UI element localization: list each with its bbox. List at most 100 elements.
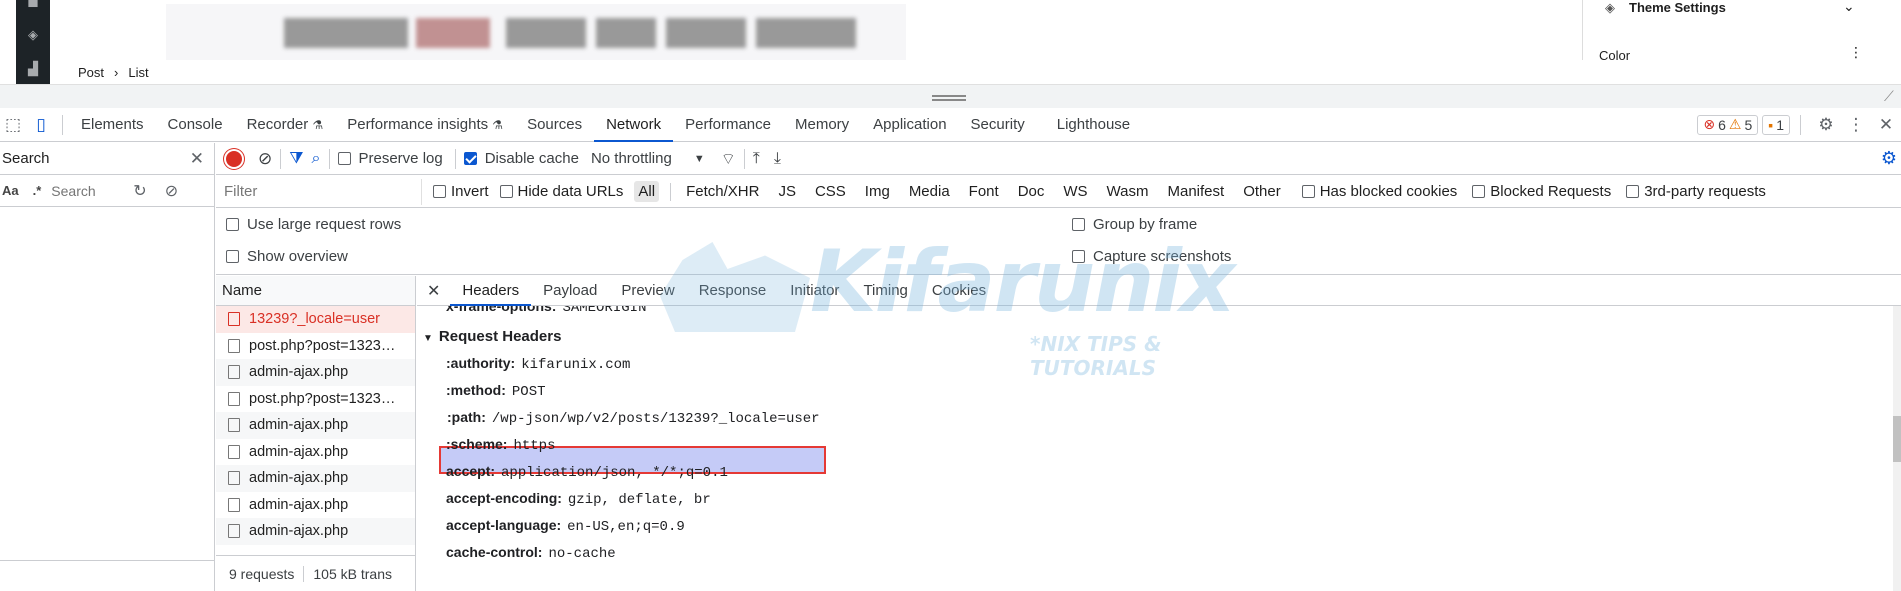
tab-cookies[interactable]: Cookies [920,276,998,306]
tab-recorder[interactable]: Recorder ⚗ [235,108,336,142]
third-party-label: 3rd-party requests [1644,183,1766,200]
request-row[interactable]: post.php?post=1323… [216,386,415,413]
large-rows-checkbox[interactable] [226,218,239,231]
disable-cache-label: Disable cache [484,150,579,167]
issues-count[interactable]: ▪ 1 [1762,114,1790,135]
capture-screenshots-checkbox[interactable] [1072,250,1085,263]
comment-icon[interactable]: ▀ [24,0,42,14]
request-row[interactable]: admin-ajax.php [216,465,415,492]
header-row: accept-language: en-US,en;q=0.9 [446,517,685,535]
breadcrumb-post[interactable]: Post [78,65,104,80]
tab-performance-insights[interactable]: Performance insights ⚗ [335,108,515,142]
request-row[interactable]: admin-ajax.php [216,412,415,439]
header-value: no-cache [548,546,616,562]
breadcrumb-list[interactable]: List [128,65,148,80]
has-blocked-cookies-checkbox[interactable] [1301,185,1315,198]
diamond-icon: ◈ [1605,0,1615,15]
regex-icon[interactable]: .* [33,183,42,198]
filter-type-img[interactable]: Img [861,181,894,202]
request-row[interactable]: admin-ajax.php [216,492,415,519]
scrollbar-thumb[interactable] [1893,416,1901,462]
tab-elements[interactable]: Elements [69,108,156,142]
diamond-icon[interactable]: ◈ [24,28,42,42]
chart-icon[interactable]: ▟ [24,62,42,76]
tab-performance[interactable]: Performance [673,108,783,142]
clear-icon[interactable]: ⊘ [258,149,272,169]
match-case-icon[interactable]: Aa [2,183,19,198]
header-value: /wp-json/wp/v2/posts/13239?_locale=user [491,411,820,427]
preserve-log-checkbox[interactable] [337,152,351,165]
hide-data-urls-checkbox[interactable] [499,185,513,198]
filter-type-js[interactable]: JS [774,181,800,202]
record-icon[interactable] [226,150,242,167]
search-input[interactable] [51,179,128,202]
tab-timing[interactable]: Timing [851,276,919,306]
import-har-icon[interactable]: ⤒ [753,150,760,168]
request-row[interactable]: 13239?_locale=user [216,306,415,333]
filter-input[interactable]: Filter [216,178,422,205]
request-row[interactable]: admin-ajax.php [216,359,415,386]
console-counts[interactable]: ⊗ 6 ⚠ 5 [1697,114,1759,135]
refresh-icon[interactable]: ↻ [133,181,146,201]
tab-headers[interactable]: Headers [450,276,531,306]
request-details: ✕ Headers Payload Preview Response Initi… [417,276,1901,591]
tab-security[interactable]: Security [959,108,1037,142]
filter-type-media[interactable]: Media [905,181,954,202]
gear-icon[interactable]: ⚙ [1881,148,1897,169]
tab-lighthouse[interactable]: Lighthouse [1045,108,1142,142]
tab-initiator[interactable]: Initiator [778,276,851,306]
filter-type-manifest[interactable]: Manifest [1164,181,1229,202]
filter-type-css[interactable]: CSS [811,181,850,202]
name-column-header[interactable]: Name [216,276,415,306]
tab-console[interactable]: Console [156,108,235,142]
gear-icon[interactable]: ⚙ [1811,108,1841,142]
filter-type-ws[interactable]: WS [1059,181,1091,202]
chevron-down-icon[interactable]: ⌄ [1843,0,1855,15]
export-har-icon[interactable]: ⤓ [774,150,781,168]
blocked-requests-checkbox[interactable] [1472,185,1486,198]
request-headers-section[interactable]: ▼ Request Headers [423,328,561,345]
inspect-element-icon[interactable]: ⬚ [0,108,26,142]
request-row[interactable]: admin-ajax.php [216,439,415,466]
request-row[interactable]: admin-ajax.php [216,518,415,545]
tab-preview[interactable]: Preview [609,276,686,306]
disable-cache-checkbox[interactable] [463,152,477,165]
network-conditions-icon[interactable]: ⌔ [721,149,736,169]
close-icon[interactable]: ✕ [190,149,204,169]
filter-type-font[interactable]: Font [965,181,1003,202]
tab-payload[interactable]: Payload [531,276,609,306]
filter-type-doc[interactable]: Doc [1014,181,1049,202]
issue-icon: ▪ [1768,116,1774,133]
filter-icon[interactable]: ⧩ [289,150,303,168]
tab-network[interactable]: Network [594,108,674,142]
tab-response[interactable]: Response [687,276,779,306]
breadcrumb: Post › List [60,60,149,84]
theme-settings-label[interactable]: Theme Settings [1629,0,1726,15]
clear-icon[interactable]: ⊘ [165,181,178,201]
more-vert-icon[interactable]: ⋮ [1841,108,1871,142]
tab-sources[interactable]: Sources [515,108,594,142]
tab-memory[interactable]: Memory [783,108,861,142]
details-tabbar: ✕ Headers Payload Preview Response Initi… [417,276,1901,306]
request-row[interactable]: post.php?post=1323… [216,333,415,360]
close-icon[interactable]: ✕ [1871,108,1901,142]
show-overview-checkbox[interactable] [226,250,239,263]
drag-handle-icon[interactable] [932,95,966,101]
dropdown-arrow-icon[interactable]: ▼ [694,153,705,165]
third-party-checkbox[interactable] [1626,185,1640,198]
close-icon[interactable]: ✕ [417,276,450,306]
tab-application[interactable]: Application [861,108,958,142]
filter-type-wasm[interactable]: Wasm [1103,181,1153,202]
filter-type-other[interactable]: Other [1239,181,1285,202]
device-toolbar-icon[interactable]: ▯ [26,108,56,142]
resize-corner-icon[interactable]: ⟋ [1884,88,1894,105]
search-icon[interactable]: ⌕ [312,150,321,168]
filter-type-all[interactable]: All [634,181,660,202]
scrollbar[interactable] [1893,306,1901,591]
group-by-frame-checkbox[interactable] [1072,218,1085,231]
filter-type-fetch-xhr[interactable]: Fetch/XHR [682,181,763,202]
wp-admin-sidebar: ▀ ◈ ▟ [16,0,50,84]
throttling-select[interactable]: No throttling [591,150,672,167]
more-vert-icon[interactable]: ⋮ [1849,44,1863,61]
invert-checkbox[interactable] [433,185,446,198]
